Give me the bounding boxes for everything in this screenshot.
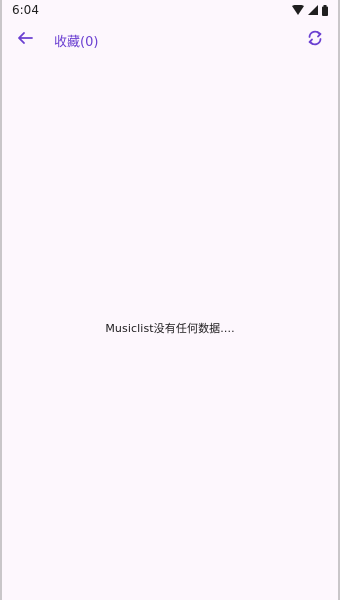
empty-state-message: Musiclist没有任何数据....: [105, 322, 235, 335]
page-title: 收藏(0): [54, 34, 99, 50]
back-button[interactable]: [12, 27, 38, 53]
refresh-button[interactable]: [302, 27, 328, 53]
status-time: 6:04: [12, 3, 39, 17]
sync-icon: [306, 29, 324, 51]
top-app-bar: 收藏(0): [2, 24, 338, 56]
cell-signal-icon: [308, 5, 318, 15]
wifi-icon: [292, 5, 304, 15]
arrow-left-icon: [17, 30, 33, 50]
battery-icon: [322, 4, 328, 16]
status-bar: 6:04: [2, 0, 338, 20]
status-icons: [292, 4, 328, 16]
app-screen: 6:04 收藏(0) Musiclist没有任何数据....: [0, 0, 340, 600]
